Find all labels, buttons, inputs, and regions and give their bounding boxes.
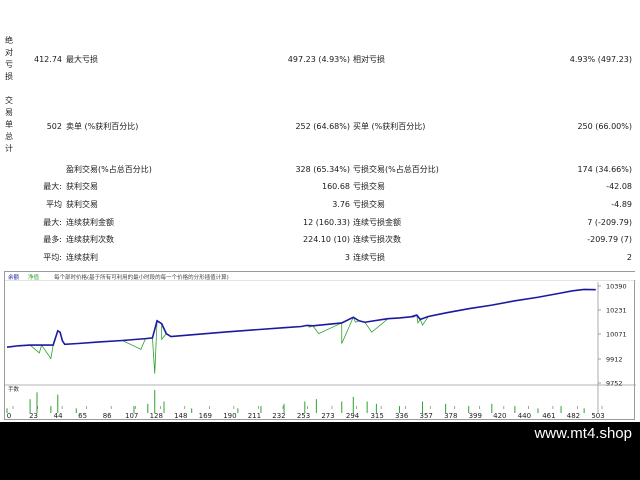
x-tick-label-0: 0 [7,412,11,420]
stat-row-4-c3: 3.76 [332,200,350,209]
stat-row-2-c4: 亏损交易(%占总百分比) [353,165,439,174]
x-tick-label-17: 357 [420,412,433,420]
x-tick-label-14: 294 [346,412,360,420]
stat-row-1-c1: 502 [46,122,62,131]
balance-chart-canvas: 余额 净值 每个部时价格(基于所有可利用的最小时段的每一个价格的分形插值计算) 103… [5,272,636,413]
stat-row-2-c2: 盈利交易(%占总百分比) [66,165,152,174]
x-tick-label-15: 315 [370,412,383,420]
stat-row-3-c2: 获利交易 [66,182,98,191]
balance-chart[interactable]: 余额 净值 每个部时价格(基于所有可利用的最小时段的每一个价格的分形插值计算) 103… [4,271,636,420]
x-axis-canvas: 0 23 44 65 86 107 128 148 169 190 211 232 253 273 294 3… [7,406,605,420]
stat-row-0-c2: 最大亏损 [66,55,98,64]
x-tick-label-19: 399 [469,412,482,420]
chart-legend-1: 净值 [28,273,40,281]
y-tick-label-3: 9912 [606,356,623,364]
stat-row-6-c3: 224.10 (10) [303,235,350,244]
stat-row-7-c3: 3 [344,253,350,262]
stat-row-7-c4: 连续亏损 [353,253,385,262]
x-tick-label-24: 503 [591,412,604,420]
x-tick-label-5: 107 [125,412,138,420]
stat-row-2-c5: 174 (34.66%) [577,165,632,174]
stat-row-6-c4: 连续亏损次数 [353,235,401,244]
stat-row-0-c3: 497.23 (4.93%) [287,55,350,64]
stat-row-0-c1: 412.74 [34,55,62,64]
stat-row-0-c5: 4.93% (497.23) [569,55,632,64]
x-tick-label-11: 232 [272,412,285,420]
y-tick-label-2: 10071 [606,331,627,339]
stat-row-2-c3: 328 (65.34%) [295,165,350,174]
x-tick-label-6: 128 [150,412,163,420]
stat-row-3-c1: 最大: [43,182,62,191]
x-tick-label-9: 190 [223,412,236,420]
stat-row-5-c5: 7 (-209.79) [587,218,632,227]
stat-row-0-c4: 相对亏损 [353,55,385,64]
x-tick-label-10: 211 [248,412,261,420]
stat-row-7-c5: 2 [626,253,632,262]
stat-row-5-c2: 连续获利金额 [66,218,114,227]
x-tick-label-20: 420 [493,412,506,420]
stat-row-1-c3: 252 (64.68%) [295,122,350,131]
stat-row-3-c3: 160.68 [322,182,350,191]
stat-row-3-c5: -42.08 [606,182,632,191]
stat-row-4-c1: 平均 [46,200,62,209]
stat-row-5-c3: 12 (160.33) [303,218,350,227]
report-summary: 绝对亏损 交易单总计 412.74 最大亏损 497.23 (4.93%) 相对亏损 4… [0,30,640,268]
x-tick-label-13: 273 [321,412,334,420]
x-tick-label-8: 169 [199,412,212,420]
stat-row-6-c1: 最多: [43,235,62,244]
x-tick-label-12: 253 [297,412,310,420]
x-tick-label-4: 86 [103,412,112,420]
chart-title: 每个部时价格(基于所有可利用的最小时段的每一个价格的分形插值计算) [54,273,229,281]
stat-row-4-c4: 亏损交易 [353,200,385,209]
x-tick-label-22: 461 [542,412,555,420]
chart-legend-0: 余额 [8,273,20,281]
stat-row-1-c4: 买单 (%获利百分比) [353,122,426,131]
stat-row-3-c4: 亏损交易 [353,182,385,191]
stat-row-1-c5: 250 (66.00%) [577,122,632,131]
x-axis: 0 23 44 65 86 107 128 148 169 190 211 232 253 273 294 3… [0,406,640,422]
x-tick-label-18: 378 [444,412,457,420]
balance-line [6,288,596,348]
x-tick-label-16: 336 [395,412,409,420]
x-tick-label-21: 440 [518,412,531,420]
volume-label: 手数 [8,385,20,393]
x-tick-label-2: 44 [54,412,63,420]
x-tick-label-23: 482 [567,412,580,420]
stat-row-5-c1: 最大: [43,218,62,227]
stat-row-7-c2: 连续获利 [66,253,98,262]
stat-row-1-c2: 卖单 (%获利百分比) [66,122,139,131]
brand-watermark: www.mt4.shop [534,425,632,442]
stat-row-4-c2: 获利交易 [66,200,98,209]
footer-bar: www.mt4.shop [0,422,640,480]
stat-row-7-c1: 平均: [43,253,62,262]
stat-row-4-c5: -4.89 [611,200,632,209]
x-tick-label-7: 148 [174,412,187,420]
y-tick-label-1: 10231 [606,307,627,315]
y-tick-label-4: 9752 [606,380,623,388]
stat-row-6-c5: -209.79 (7) [587,235,632,244]
stat-row-5-c4: 连续亏损金额 [353,218,401,227]
x-tick-label-3: 65 [78,412,87,420]
x-tick-label-1: 23 [29,412,38,420]
y-tick-label-0: 10390 [606,283,627,291]
stat-row-6-c2: 连续获利次数 [66,235,114,244]
